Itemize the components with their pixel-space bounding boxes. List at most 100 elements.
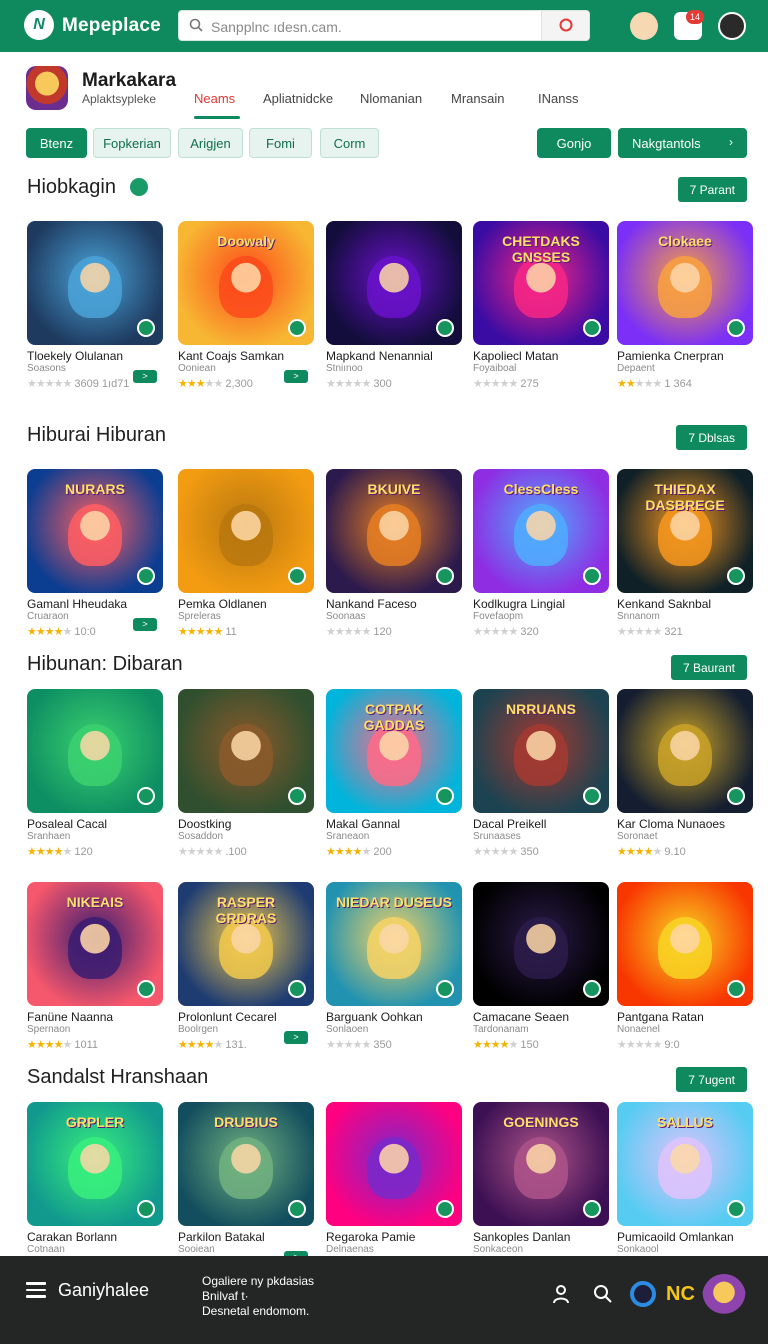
app-thumbnail[interactable] bbox=[617, 882, 753, 1006]
filter-chip-arigjen[interactable]: Arigjen bbox=[178, 128, 243, 158]
app-thumbnail[interactable]: DRUBIUS bbox=[178, 1102, 314, 1226]
section-1-see-all-button[interactable]: 7 Parant bbox=[677, 177, 747, 202]
app-card[interactable]: Doostking Sosaddon ★★★★★ .100 bbox=[178, 689, 316, 858]
app-name[interactable]: Kar Cloma Nunaoes bbox=[617, 817, 725, 831]
app-card[interactable]: NIKEAIS Fanüne Naanna Spernaon ★★★★★ 1011 bbox=[27, 882, 165, 1051]
app-name[interactable]: Carakan Borlann bbox=[27, 1230, 117, 1244]
app-card[interactable]: COTPAK GADDAS Makal Gannal Sraneaon ★★★★★ 20… bbox=[326, 689, 464, 858]
app-thumbnail[interactable]: CHETDAKS GNSSES bbox=[473, 221, 609, 345]
filter-chip-btenz[interactable]: Btenz bbox=[26, 128, 87, 158]
brand-logo-icon[interactable]: N bbox=[24, 10, 54, 40]
app-thumbnail[interactable]: Clokaee bbox=[617, 221, 753, 345]
app-thumbnail[interactable]: NIEDAR DUSEUS bbox=[326, 882, 462, 1006]
app-thumbnail[interactable] bbox=[178, 469, 314, 593]
app-card[interactable]: Regaroka Pamie Delnaenas bbox=[326, 1102, 464, 1255]
filter-chip-corm[interactable]: Corm bbox=[320, 128, 379, 158]
nc-logo-icon[interactable]: NC bbox=[666, 1283, 695, 1306]
app-card[interactable]: Kar Cloma Nunaoes Soronaet ★★★★★ 9.10 bbox=[617, 689, 755, 858]
app-thumbnail[interactable]: NRRUANS bbox=[473, 689, 609, 813]
app-name[interactable]: Pumicaoild Omlankan bbox=[617, 1230, 734, 1244]
app-name[interactable]: Posaleal Cacal bbox=[27, 817, 107, 831]
app-card[interactable]: NURARS Gamanl Hheudaka Cruaraon ★★★★★ 10:0 > bbox=[27, 469, 165, 638]
app-thumbnail[interactable]: GOENINGS bbox=[473, 1102, 609, 1226]
app-card[interactable]: Clokaee Pamienka Cnerpran Depaent ★★★★★ 1 36… bbox=[617, 221, 755, 390]
install-button[interactable]: > bbox=[133, 618, 157, 631]
nakgtantols-button[interactable]: Nakgtantols › bbox=[618, 128, 747, 158]
menu-icon[interactable] bbox=[26, 1282, 46, 1298]
app-card[interactable]: Mapkand Nenannial Stniınoo ★★★★★ 300 bbox=[326, 221, 464, 390]
app-name[interactable]: Makal Gannal bbox=[326, 817, 400, 831]
app-name[interactable]: Kant Coajs Samkan bbox=[178, 349, 284, 363]
app-card[interactable]: DRUBIUSParkilon BatakalSooiean> bbox=[178, 1102, 316, 1264]
app-card[interactable]: THIEDAX DASBREGE Kenkand Saknbal Snnanom ★★… bbox=[617, 469, 755, 638]
app-thumbnail[interactable]: THIEDAX DASBREGE bbox=[617, 469, 753, 593]
app-card[interactable]: ClessCless Kodlkugra Lingial Fovefaopm ★★★★… bbox=[473, 469, 611, 638]
filter-chip-fomi[interactable]: Fomi bbox=[249, 128, 312, 158]
install-button[interactable]: > bbox=[284, 1031, 308, 1044]
app-card[interactable]: NRRUANS Dacal Preikell Srunaases ★★★★★ 350 bbox=[473, 689, 611, 858]
app-thumbnail[interactable]: RASPER GRDRAS bbox=[178, 882, 314, 1006]
search-icon[interactable] bbox=[592, 1283, 614, 1305]
search-input[interactable]: Sanpplnc ıdesn.cam. bbox=[211, 19, 342, 35]
app-card[interactable]: Pantgana Ratan Nonaenel ★★★★★ 9:0 bbox=[617, 882, 755, 1051]
section-3-see-all-button[interactable]: 7 Baurant bbox=[670, 655, 747, 680]
app-name[interactable]: Camacane Seaen bbox=[473, 1010, 569, 1024]
filter-chip-fopkerian[interactable]: Fopkerian bbox=[93, 128, 171, 158]
app-thumbnail[interactable]: Doowaly bbox=[178, 221, 314, 345]
app-name[interactable]: Dacal Preikell bbox=[473, 817, 546, 831]
app-thumbnail[interactable] bbox=[326, 1102, 462, 1226]
app-name[interactable]: Kapoliecl Matan bbox=[473, 349, 558, 363]
app-name[interactable]: Pamienka Cnerpran bbox=[617, 349, 724, 363]
app-thumbnail[interactable]: SALLUS bbox=[617, 1102, 753, 1226]
app-name[interactable]: Pantgana Ratan bbox=[617, 1010, 704, 1024]
app-card[interactable]: Camacane Seaen Tardonanam ★★★★★ 150 bbox=[473, 882, 611, 1051]
app-card[interactable]: GRPLER Carakan Borlann Cotnaan bbox=[27, 1102, 165, 1255]
app-thumbnail[interactable] bbox=[473, 882, 609, 1006]
app-name[interactable]: Regaroka Pamie bbox=[326, 1230, 415, 1244]
gonjo-button[interactable]: Gonjo bbox=[537, 128, 611, 158]
app-card[interactable]: CHETDAKS GNSSES Kapoliecl Matan Foyaiboal ★… bbox=[473, 221, 611, 390]
app-thumbnail[interactable]: BKUIVE bbox=[326, 469, 462, 593]
app-name[interactable]: Sankoples Danlan bbox=[473, 1230, 570, 1244]
app-name[interactable]: Nankand Faceso bbox=[326, 597, 417, 611]
app-card[interactable]: Doowaly Kant Coajs Samkan Ooniean ★★★★★ 2,30… bbox=[178, 221, 316, 390]
search-submit-button[interactable] bbox=[541, 11, 589, 40]
bottom-bar-title[interactable]: Ganiyhalee bbox=[58, 1280, 149, 1301]
app-name[interactable]: Gamanl Hheudaka bbox=[27, 597, 127, 611]
app-name[interactable]: Barguank Oohkan bbox=[326, 1010, 423, 1024]
app-card[interactable]: Pemka Oldlanen Spreleras ★★★★★ 11 bbox=[178, 469, 316, 638]
app-thumbnail[interactable]: NURARS bbox=[27, 469, 163, 593]
app-name[interactable]: Kodlkugra Lingial bbox=[473, 597, 565, 611]
install-button[interactable]: > bbox=[284, 370, 308, 383]
app-card[interactable]: BKUIVE Nankand Faceso Soonaas ★★★★★ 120 bbox=[326, 469, 464, 638]
tab-nlomanian[interactable]: Nlomanian bbox=[360, 91, 422, 106]
mascot-icon[interactable] bbox=[702, 1274, 746, 1320]
app-thumbnail[interactable]: COTPAK GADDAS bbox=[326, 689, 462, 813]
app-thumbnail[interactable] bbox=[617, 689, 753, 813]
app-card[interactable]: RASPER GRDRAS Prolonlunt Cecarel Boolrgen ★… bbox=[178, 882, 316, 1051]
app-name[interactable]: Fanüne Naanna bbox=[27, 1010, 113, 1024]
section-5-see-all-button[interactable]: 7 7ugent bbox=[676, 1067, 747, 1092]
ring-app-icon[interactable] bbox=[630, 1281, 656, 1307]
tab-neams[interactable]: Neams bbox=[194, 91, 235, 106]
app-thumbnail[interactable] bbox=[27, 689, 163, 813]
user-avatar[interactable] bbox=[718, 12, 746, 40]
app-thumbnail[interactable] bbox=[27, 221, 163, 345]
app-card[interactable]: SALLUS Pumicaoild Omlankan Sonkaool bbox=[617, 1102, 755, 1255]
app-card[interactable]: NIEDAR DUSEUS Barguank Oohkan Sonlaoen ★★★★… bbox=[326, 882, 464, 1051]
app-thumbnail[interactable]: GRPLER bbox=[27, 1102, 163, 1226]
brand-name[interactable]: Mepeplace bbox=[62, 15, 161, 37]
install-button[interactable]: > bbox=[133, 370, 157, 383]
app-name[interactable]: Tloekely Olulanan bbox=[27, 349, 123, 363]
profile-mascot-icon[interactable] bbox=[630, 12, 658, 40]
user-settings-icon[interactable] bbox=[552, 1283, 574, 1305]
app-name[interactable]: Parkilon Batakal bbox=[178, 1230, 265, 1244]
app-name[interactable]: Doostking bbox=[178, 817, 231, 831]
app-thumbnail[interactable]: ClessCless bbox=[473, 469, 609, 593]
search-box[interactable]: Sanpplnc ıdesn.cam. bbox=[178, 10, 590, 41]
section-2-see-all-button[interactable]: 7 Dblsas bbox=[676, 425, 747, 450]
app-name[interactable]: Kenkand Saknbal bbox=[617, 597, 711, 611]
app-card[interactable]: GOENINGS Sankoples Danlan Sonkaceon bbox=[473, 1102, 611, 1255]
app-thumbnail[interactable]: NIKEAIS bbox=[27, 882, 163, 1006]
app-thumbnail[interactable] bbox=[178, 689, 314, 813]
